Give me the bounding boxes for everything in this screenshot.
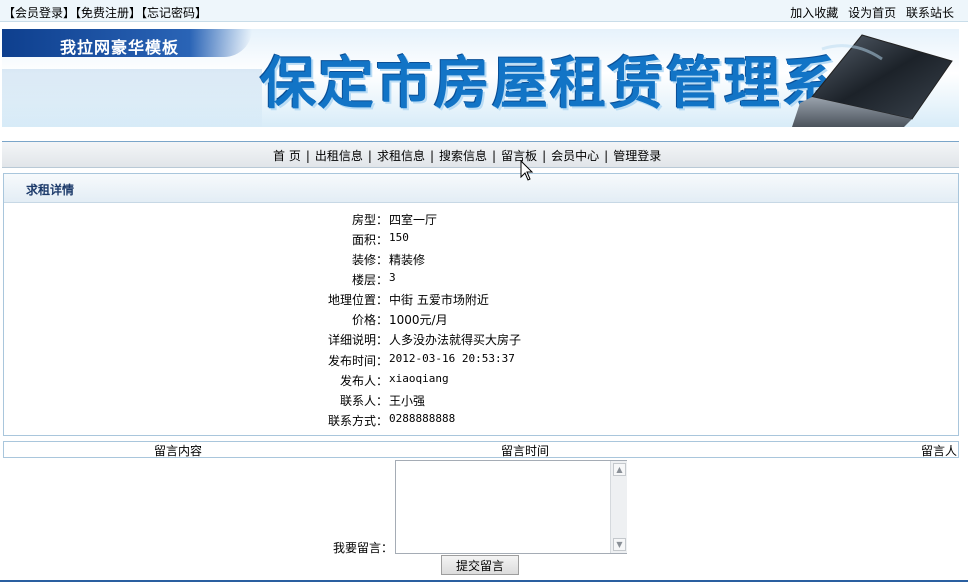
detail-row-area: 面积： 150 [4, 231, 958, 251]
comments-table-header: 留言内容 留言时间 留言人 [3, 441, 959, 458]
nav-member-center[interactable]: 会员中心 [551, 149, 599, 163]
nav-separator: | [367, 149, 372, 163]
detail-label: 面积： [351, 233, 388, 247]
detail-value: 3 [389, 271, 396, 284]
site-banner: 我拉网豪华模板 保定市房屋租赁管理系统 [2, 29, 959, 127]
scroll-down-icon[interactable]: ▼ [613, 538, 626, 551]
detail-value: 2012-03-16 20:53:37 [389, 352, 515, 365]
detail-value: 四室一厅 [389, 213, 438, 227]
main-nav: 首 页 | 出租信息 | 求租信息 | 搜索信息 | 留言板 | 会员中心 | 管理登录 [2, 141, 959, 168]
detail-value: 1000元/月 [389, 313, 448, 327]
detail-value: 中街 五爱市场附近 [389, 293, 489, 307]
nav-admin-login[interactable]: 管理登录 [613, 149, 661, 163]
submit-message-button[interactable]: 提交留言 [441, 555, 519, 575]
detail-row-description: 详细说明： 人多没办法就得买大房子 [4, 331, 958, 351]
banner-decoration [2, 69, 262, 127]
nav-rent-out[interactable]: 出租信息 [315, 149, 363, 163]
set-homepage-link[interactable]: 设为首页 [848, 6, 896, 20]
column-header-content: 留言内容 [154, 444, 203, 458]
nav-items: 首 页 | 出租信息 | 求租信息 | 搜索信息 | 留言板 | 会员中心 | 管理登录 [273, 147, 661, 164]
footer-divider [0, 580, 968, 582]
nav-separator: | [305, 149, 310, 163]
mouse-cursor-icon [520, 160, 534, 181]
column-header-author: 留言人 [921, 444, 958, 458]
detail-label: 发布时间： [327, 354, 388, 368]
detail-label: 价格： [351, 313, 388, 327]
detail-row-price: 价格： 1000元/月 [4, 311, 958, 331]
detail-label: 详细说明： [327, 333, 388, 347]
contact-admin-link[interactable]: 联系站长 [906, 6, 954, 20]
top-links-bar: 【会员登录】【免费注册】【忘记密码】 加入收藏 设为首页 联系站长 [0, 0, 968, 22]
detail-label: 房型： [351, 213, 388, 227]
nav-want-rent[interactable]: 求租信息 [377, 149, 425, 163]
detail-row-publish-time: 发布时间： 2012-03-16 20:53:37 [4, 352, 958, 372]
detail-row-decoration: 装修： 精装修 [4, 251, 958, 271]
message-label: 我要留言： [333, 541, 394, 555]
detail-value: 150 [389, 231, 409, 244]
detail-row-floor: 楼层： 3 [4, 271, 958, 291]
rental-detail-panel: 求租详情 房型： 四室一厅 面积： 150 装修： 精装修 楼层： 3 地理位置… [3, 173, 959, 436]
detail-label: 发布人： [339, 374, 388, 388]
detail-label: 楼层： [351, 273, 388, 287]
message-scrollbar[interactable]: ▲ ▼ [610, 461, 627, 553]
detail-row-location: 地理位置： 中街 五爱市场附近 [4, 291, 958, 311]
nav-search[interactable]: 搜索信息 [439, 149, 487, 163]
detail-row-contact-info: 联系方式： 0288888888 [4, 412, 958, 432]
nav-separator: | [542, 149, 547, 163]
page-root: 【会员登录】【免费注册】【忘记密码】 加入收藏 设为首页 联系站长 我拉网豪华模… [0, 0, 968, 584]
detail-value: 人多没办法就得买大房子 [389, 333, 522, 347]
detail-value: 精装修 [389, 253, 426, 267]
message-textarea[interactable] [395, 460, 627, 554]
add-favorite-link[interactable]: 加入收藏 [790, 6, 838, 20]
nav-separator: | [604, 149, 609, 163]
detail-value: 王小强 [389, 394, 426, 408]
laptop-image [792, 34, 953, 127]
detail-value: xiaoqiang [389, 372, 449, 385]
site-links: 加入收藏 设为首页 联系站长 [784, 4, 954, 21]
detail-value: 0288888888 [389, 412, 456, 425]
scroll-up-icon[interactable]: ▲ [613, 463, 626, 476]
detail-label: 装修： [351, 253, 388, 267]
detail-label: 地理位置： [327, 293, 388, 307]
detail-row-contact-person: 联系人： 王小强 [4, 392, 958, 412]
banner-tab-label: 我拉网豪华模板 [60, 38, 180, 57]
detail-row-publisher: 发布人： xiaoqiang [4, 372, 958, 392]
panel-title: 求租详情 [26, 183, 75, 197]
nav-separator: | [429, 149, 434, 163]
free-register-link[interactable]: 【免费注册】 [75, 6, 141, 20]
forgot-password-link[interactable]: 【忘记密码】 [141, 6, 207, 20]
banner-tab: 我拉网豪华模板 [2, 29, 252, 57]
column-header-time: 留言时间 [501, 444, 550, 458]
detail-row-room-type: 房型： 四室一厅 [4, 211, 958, 231]
detail-label: 联系方式： [327, 414, 388, 428]
nav-home[interactable]: 首 页 [273, 149, 301, 163]
nav-separator: | [492, 149, 497, 163]
account-links: 【会员登录】【免费注册】【忘记密码】 [3, 4, 207, 21]
detail-label: 联系人： [339, 394, 388, 408]
member-login-link[interactable]: 【会员登录】 [3, 6, 75, 20]
panel-header: 求租详情 [4, 174, 958, 203]
